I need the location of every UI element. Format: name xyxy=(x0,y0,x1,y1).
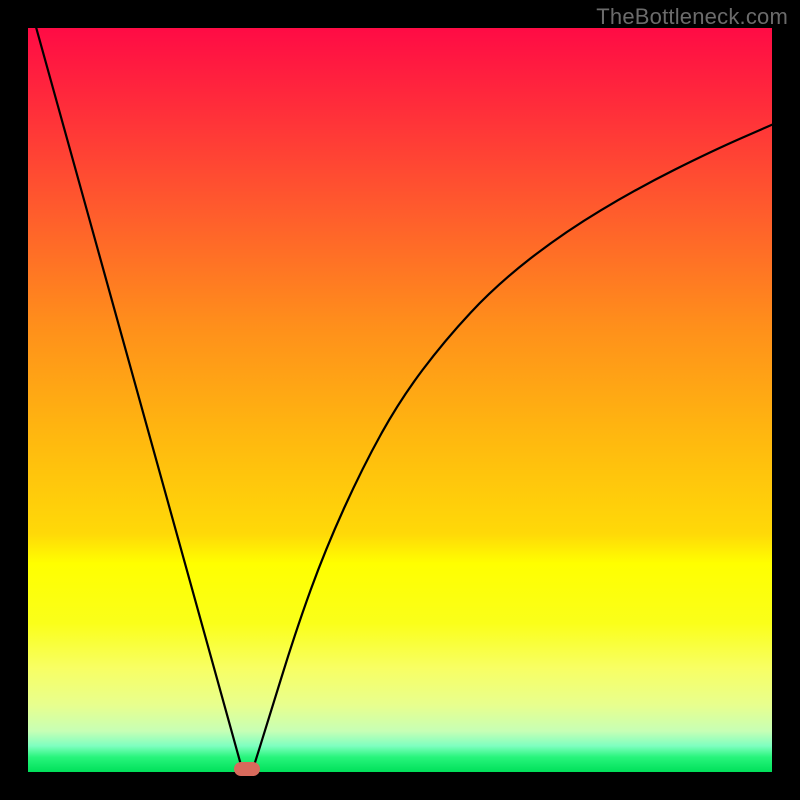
watermark-text: TheBottleneck.com xyxy=(596,4,788,30)
curve-right-branch xyxy=(253,125,772,770)
curve-left-branch xyxy=(28,28,242,770)
bottleneck-curve xyxy=(28,28,772,772)
plot-area xyxy=(28,28,772,772)
optimum-marker xyxy=(234,762,260,776)
